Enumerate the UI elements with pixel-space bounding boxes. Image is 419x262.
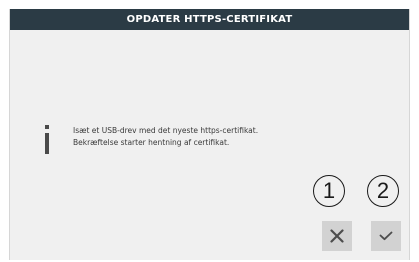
confirm-button[interactable] [371,221,401,251]
cancel-button[interactable] [322,221,352,251]
check-icon [379,231,393,241]
info-icon [42,125,58,155]
close-icon [330,229,344,243]
callout-number-1: 1 [313,175,345,207]
callout-number-2: 2 [367,175,399,207]
message-line-2: Bekræftelse starter hentning af certifik… [73,138,230,147]
dialog-message: Isæt et USB-drev med det nyeste https-ce… [73,125,258,149]
dialog-title: OPDATER HTTPS-CERTIFIKAT [10,9,409,30]
message-line-1: Isæt et USB-drev med det nyeste https-ce… [73,126,259,135]
